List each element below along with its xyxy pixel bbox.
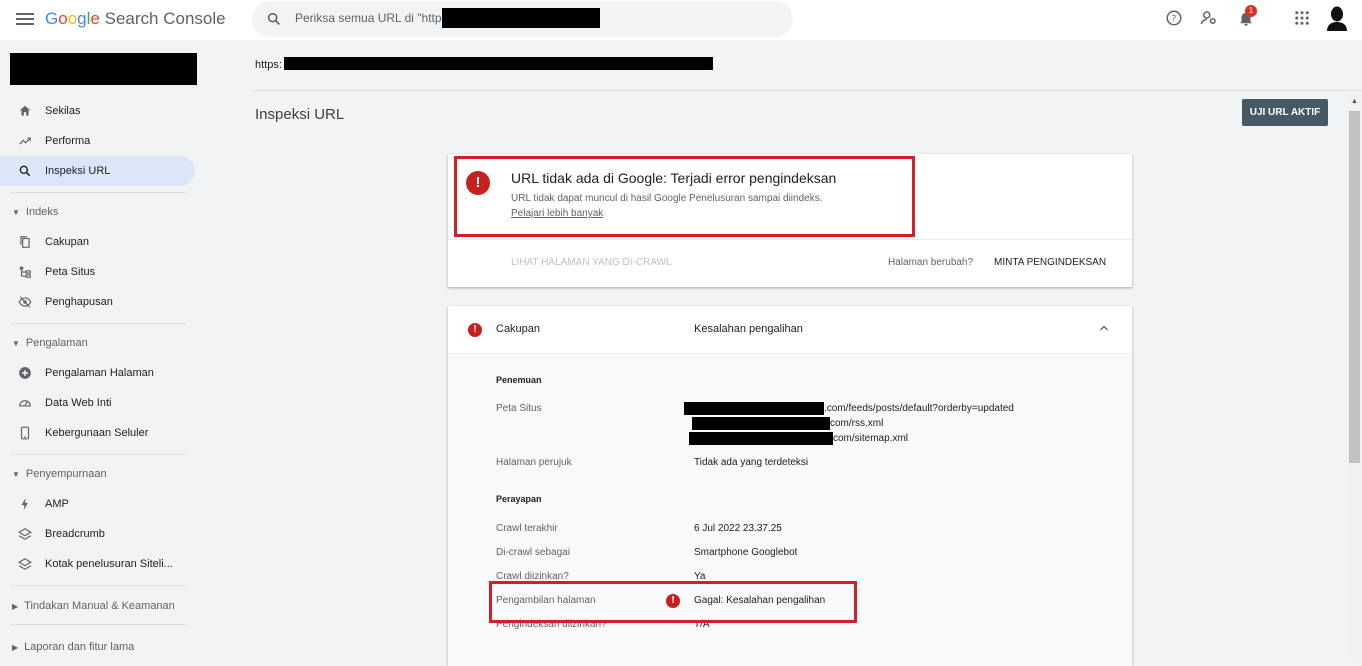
crawl-heading: Perayapan	[496, 494, 542, 504]
eye-off-icon	[18, 296, 32, 308]
help-icon[interactable]: ?	[1165, 9, 1183, 27]
crawled-as-label: Di-crawl sebagai	[496, 547, 570, 558]
url-inspection-search[interactable]: Periksa semua URL di "http	[252, 1, 793, 37]
sidebar-item-breadcrumb[interactable]: Breadcrumb	[0, 519, 195, 549]
scrollbar[interactable]: ▲	[1347, 95, 1362, 658]
sidebar-item-core-web-vitals[interactable]: Data Web Inti	[0, 388, 195, 418]
copy-icon	[20, 236, 30, 248]
manage-users-icon[interactable]	[1200, 9, 1218, 27]
svg-text:?: ?	[1172, 14, 1177, 24]
highlight-annotation	[489, 581, 857, 623]
scroll-up-icon[interactable]: ▲	[1351, 98, 1358, 105]
trending-icon	[19, 137, 31, 145]
error-icon: !	[468, 323, 482, 337]
search-icon	[19, 165, 31, 177]
sidebar-item-mobile-usability[interactable]: Kebergunaan Seluler	[0, 418, 195, 448]
last-crawl-label: Crawl terakhir	[496, 523, 558, 534]
sidebar-item-amp[interactable]: AMP	[0, 489, 195, 519]
divider	[10, 585, 186, 586]
sitemaps-label: Peta Situs	[496, 403, 542, 414]
divider	[252, 90, 1362, 91]
layers-icon	[18, 558, 32, 570]
apps-grid-icon[interactable]	[1293, 9, 1311, 27]
home-icon	[19, 105, 31, 116]
chevron-up-icon[interactable]	[1098, 322, 1110, 334]
sidebar-item-performance[interactable]: Performa	[0, 126, 195, 156]
divider	[10, 454, 186, 455]
section-index[interactable]: ▼ Indeks	[12, 206, 58, 218]
sidebar-item-overview[interactable]: Sekilas	[0, 96, 195, 126]
coverage-label: Cakupan	[496, 323, 541, 335]
top-app-bar: Google Search Console Periksa semua URL …	[0, 0, 1362, 40]
redaction-bar	[689, 432, 833, 445]
sitemap-url[interactable]: com/rss.xml	[830, 418, 883, 429]
redaction-bar	[442, 8, 600, 28]
bolt-icon	[21, 498, 28, 510]
layers-icon	[18, 528, 32, 540]
section-enhancements[interactable]: ▼ Penyempurnaan	[12, 468, 107, 480]
sitemap-icon	[19, 266, 31, 278]
gauge-icon	[19, 400, 31, 407]
product-logo[interactable]: Google Search Console	[45, 9, 226, 29]
inspected-url: https:	[255, 59, 282, 71]
last-crawl-value: 6 Jul 2022 23.37.25	[694, 523, 782, 534]
sidebar-item-sitemaps[interactable]: Peta Situs	[0, 257, 195, 287]
highlight-annotation	[454, 156, 915, 237]
sidebar-item-sitelinks-searchbox[interactable]: Kotak penelusuran Siteli...	[0, 549, 195, 579]
sitemap-url[interactable]: .com/feeds/posts/default?orderby=updated	[824, 403, 1014, 414]
discovery-heading: Penemuan	[496, 375, 542, 385]
page-changed-label: Halaman berubah?	[888, 257, 974, 268]
sidebar-item-url-inspection[interactable]: Inspeksi URL	[0, 156, 195, 186]
request-indexing-button[interactable]: MINTA PENGINDEKSAN	[994, 257, 1106, 268]
test-live-url-button[interactable]: UJI URL AKTIF	[1242, 99, 1328, 126]
redaction-bar	[284, 57, 713, 70]
sidebar-item-page-experience[interactable]: Pengalaman Halaman	[0, 358, 195, 388]
menu-icon[interactable]	[16, 10, 34, 28]
redaction-bar	[692, 417, 830, 430]
search-icon	[267, 12, 280, 25]
search-input[interactable]: Periksa semua URL di "http	[295, 11, 442, 25]
divider	[10, 192, 186, 193]
section-manual-actions-security[interactable]: ▶ Tindakan Manual & Keamanan	[12, 600, 175, 612]
crawled-as-value: Smartphone Googlebot	[694, 547, 798, 558]
divider	[10, 323, 186, 324]
referring-page-value: Tidak ada yang terdeteksi	[694, 457, 809, 468]
property-selector[interactable]	[10, 53, 197, 85]
scrollbar-thumb[interactable]	[1349, 111, 1360, 463]
redaction-bar	[684, 402, 824, 415]
coverage-status: Kesalahan pengalihan	[694, 323, 803, 335]
notification-badge: 1	[1245, 5, 1257, 17]
sidebar-item-removals[interactable]: Penghapusan	[0, 287, 195, 317]
section-experience[interactable]: ▼ Pengalaman	[12, 337, 88, 349]
account-avatar[interactable]	[1326, 5, 1348, 31]
view-crawled-page-button[interactable]: LIHAT HALAMAN YANG DI-CRAWL	[511, 257, 672, 268]
plus-circle-icon	[19, 367, 31, 379]
sidebar: Sekilas Performa Inspeksi URL ▼ Indeks Ca…	[0, 40, 200, 658]
divider	[10, 624, 186, 625]
page-title: Inspeksi URL	[255, 106, 345, 123]
section-legacy-tools[interactable]: ▶ Laporan dan fitur lama	[12, 641, 134, 653]
phone-icon	[20, 426, 30, 440]
divider	[448, 239, 1132, 240]
sidebar-item-coverage[interactable]: Cakupan	[0, 227, 195, 257]
referring-page-label: Halaman perujuk	[496, 457, 572, 468]
coverage-header[interactable]: ! Cakupan Kesalahan pengalihan	[448, 306, 1132, 354]
sitemap-url[interactable]: com/sitemap.xml	[833, 433, 908, 444]
